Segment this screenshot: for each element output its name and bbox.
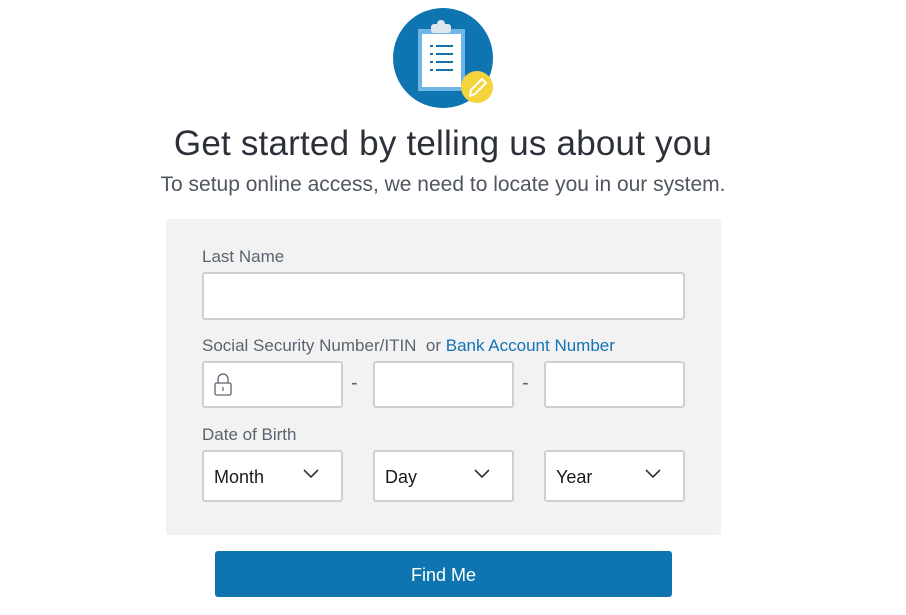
year-select-value: Year — [556, 467, 593, 487]
or-text: or — [425, 336, 442, 355]
page-subtitle: To setup online access, we need to locat… — [160, 173, 726, 196]
ssn-part3-input[interactable] — [544, 361, 685, 408]
last-name-input[interactable] — [202, 272, 685, 320]
ssn-part1-input[interactable] — [202, 361, 343, 408]
chevron-down-icon — [645, 469, 661, 479]
ssn-part2-input[interactable] — [373, 361, 514, 408]
bank-account-number-link[interactable]: Bank Account Number — [446, 336, 615, 355]
last-name-label: Last Name — [202, 247, 285, 266]
chevron-down-icon — [303, 469, 319, 479]
month-select[interactable]: Month — [202, 450, 343, 502]
ssn-label-text: Social Security Number/ITIN — [202, 336, 417, 355]
day-select-value: Day — [385, 467, 418, 487]
dob-label: Date of Birth — [202, 425, 297, 444]
month-select-value: Month — [214, 467, 265, 487]
find-me-button[interactable]: Find Me — [215, 551, 672, 597]
ssn-separator-1: - — [351, 372, 358, 394]
ssn-separator-2: - — [522, 372, 529, 394]
ssn-label: Social Security Number/ITIN or Bank Acco… — [202, 336, 615, 356]
year-select[interactable]: Year — [544, 450, 685, 502]
chevron-down-icon — [474, 469, 490, 479]
lock-icon — [214, 373, 232, 396]
clipboard-edit-icon — [393, 8, 493, 108]
identity-form-panel: Last Name Social Security Number/ITIN or… — [166, 219, 721, 535]
day-select[interactable]: Day — [373, 450, 514, 502]
page-title: Get started by telling us about you — [173, 124, 713, 163]
